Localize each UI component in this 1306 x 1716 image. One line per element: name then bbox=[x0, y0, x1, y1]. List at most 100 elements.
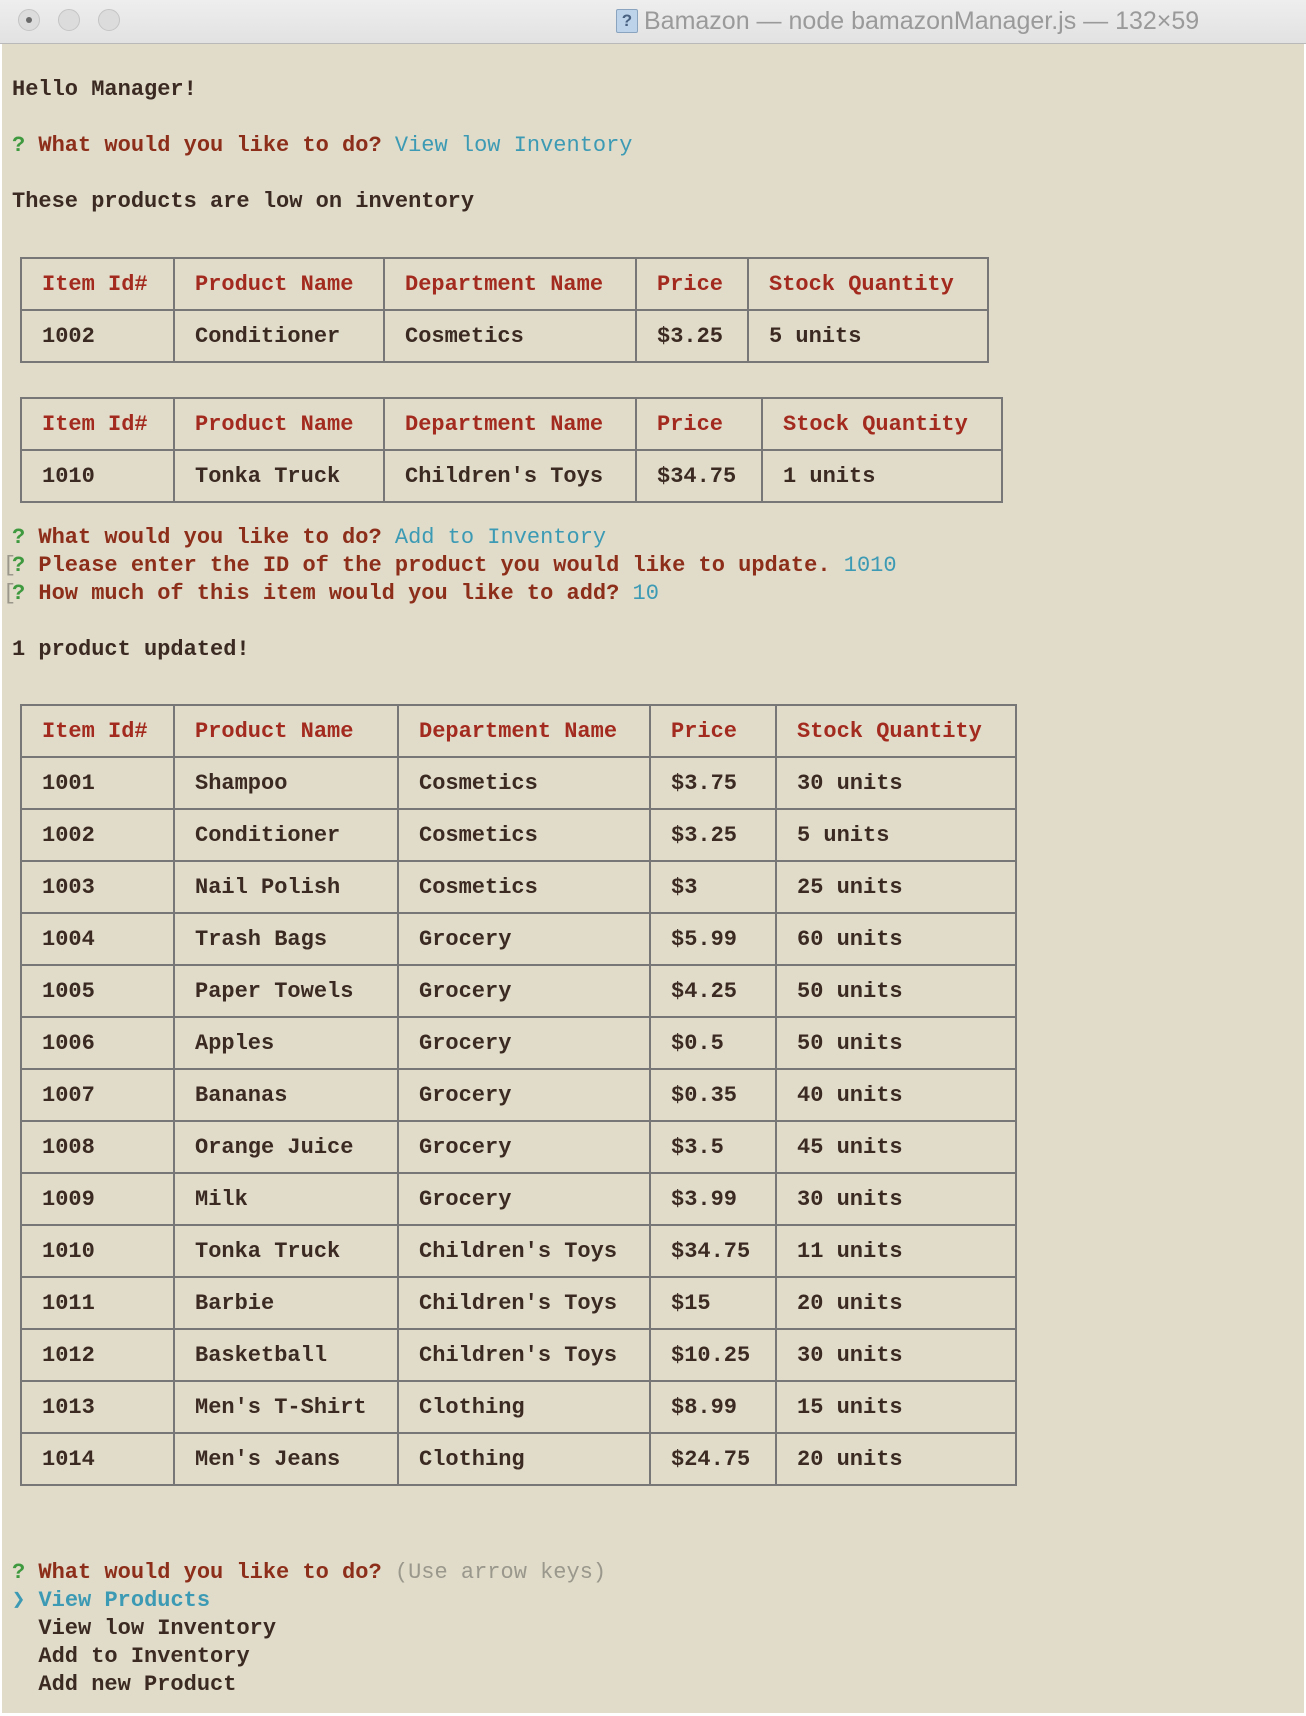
cell-stock: 20 units bbox=[775, 1432, 1017, 1486]
cell-item-id: 1004 bbox=[20, 912, 175, 966]
products-table: Item Id# Product Name Department Name Pr… bbox=[20, 704, 1017, 1486]
menu-option-add-to-inventory[interactable]: Add to Inventory bbox=[12, 1643, 250, 1671]
cell-stock: 15 units bbox=[775, 1380, 1017, 1434]
zoom-button[interactable] bbox=[98, 9, 120, 31]
cell-price: $8.99 bbox=[649, 1380, 777, 1434]
prompt-line-3: ? What would you like to do? (Use arrow … bbox=[12, 1559, 606, 1587]
cell-stock: 5 units bbox=[747, 309, 989, 363]
table-row: 1007 Bananas Grocery $0.35 40 units bbox=[20, 1068, 1017, 1122]
header-item-id: Item Id# bbox=[20, 397, 175, 451]
cell-price: $3 bbox=[649, 860, 777, 914]
table-row: 1011 Barbie Children's Toys $15 20 units bbox=[20, 1276, 1017, 1330]
cell-department: Grocery bbox=[397, 1120, 651, 1174]
cell-price: $3.99 bbox=[649, 1172, 777, 1226]
menu-option-label: Add new Product bbox=[38, 1672, 237, 1697]
table-header-row: Item Id# Product Name Department Name Pr… bbox=[20, 704, 1017, 758]
menu-option-view-products[interactable]: ❯ View Products bbox=[12, 1587, 210, 1615]
prompt-question: What would you like to do? bbox=[38, 133, 382, 158]
table-row: 1002 Conditioner Cosmetics $3.25 5 units bbox=[20, 808, 1017, 862]
table-row: 1004 Trash Bags Grocery $5.99 60 units bbox=[20, 912, 1017, 966]
cell-item-id: 1009 bbox=[20, 1172, 175, 1226]
header-price: Price bbox=[635, 397, 763, 451]
table-row: 1001 Shampoo Cosmetics $3.75 30 units bbox=[20, 756, 1017, 810]
header-price: Price bbox=[649, 704, 777, 758]
cell-item-id: 1010 bbox=[20, 449, 175, 503]
close-button[interactable] bbox=[18, 9, 40, 31]
cell-item-id: 1001 bbox=[20, 756, 175, 810]
cell-price: $34.75 bbox=[649, 1224, 777, 1278]
table-row: 1002 Conditioner Cosmetics $3.25 5 units bbox=[20, 309, 989, 363]
cell-item-id: 1007 bbox=[20, 1068, 175, 1122]
cell-product-name: Bananas bbox=[173, 1068, 399, 1122]
title-bar[interactable]: ? Bamazon — node bamazonManager.js — 132… bbox=[0, 0, 1306, 44]
cell-product-name: Barbie bbox=[173, 1276, 399, 1330]
prompt-answer: Add to Inventory bbox=[394, 525, 607, 550]
cell-stock: 45 units bbox=[775, 1120, 1017, 1174]
cell-price: $3.5 bbox=[649, 1120, 777, 1174]
cell-stock: 1 units bbox=[761, 449, 1003, 503]
menu-option-view-low-inventory[interactable]: View low Inventory bbox=[12, 1615, 276, 1643]
cell-stock: 20 units bbox=[775, 1276, 1017, 1330]
cell-stock: 25 units bbox=[775, 860, 1017, 914]
cell-item-id: 1014 bbox=[20, 1432, 175, 1486]
id-question: Please enter the ID of the product you w… bbox=[38, 553, 831, 578]
table-row: 1013 Men's T-Shirt Clothing $8.99 15 units bbox=[20, 1380, 1017, 1434]
table-row: 1014 Men's Jeans Clothing $24.75 20 units bbox=[20, 1432, 1017, 1486]
cell-product-name: Milk bbox=[173, 1172, 399, 1226]
greeting-line: Hello Manager! bbox=[12, 76, 197, 104]
terminal-content[interactable]: Hello Manager! ? What would you like to … bbox=[2, 44, 1304, 1713]
cell-item-id: 1013 bbox=[20, 1380, 175, 1434]
prompt-line-2: ? What would you like to do? Add to Inve… bbox=[12, 524, 606, 552]
minimize-button[interactable] bbox=[58, 9, 80, 31]
cell-price: $10.25 bbox=[649, 1328, 777, 1382]
cell-stock: 50 units bbox=[775, 964, 1017, 1018]
cell-price: $0.35 bbox=[649, 1068, 777, 1122]
question-mark: ? bbox=[12, 553, 26, 578]
cell-price: $3.75 bbox=[649, 756, 777, 810]
header-stock-quantity: Stock Quantity bbox=[761, 397, 1003, 451]
cell-product-name: Nail Polish bbox=[173, 860, 399, 914]
cell-item-id: 1012 bbox=[20, 1328, 175, 1382]
cell-stock: 60 units bbox=[775, 912, 1017, 966]
low-inventory-table-2: Item Id# Product Name Department Name Pr… bbox=[20, 397, 1003, 503]
cell-department: Grocery bbox=[397, 912, 651, 966]
cell-item-id: 1002 bbox=[20, 808, 175, 862]
cell-item-id: 1005 bbox=[20, 964, 175, 1018]
cell-department: Grocery bbox=[397, 1016, 651, 1070]
header-stock-quantity: Stock Quantity bbox=[775, 704, 1017, 758]
qty-question: How much of this item would you like to … bbox=[38, 581, 620, 606]
header-item-id: Item Id# bbox=[20, 704, 175, 758]
cell-price: $15 bbox=[649, 1276, 777, 1330]
cell-price: $3.25 bbox=[649, 808, 777, 862]
cell-product-name: Conditioner bbox=[173, 309, 385, 363]
cell-stock: 11 units bbox=[775, 1224, 1017, 1278]
cell-stock: 30 units bbox=[775, 1328, 1017, 1382]
cell-product-name: Tonka Truck bbox=[173, 449, 385, 503]
cell-product-name: Tonka Truck bbox=[173, 1224, 399, 1278]
header-department-name: Department Name bbox=[383, 397, 637, 451]
id-prompt-line: ? Please enter the ID of the product you… bbox=[12, 552, 897, 580]
cell-price: $4.25 bbox=[649, 964, 777, 1018]
cell-stock: 50 units bbox=[775, 1016, 1017, 1070]
table-row: 1005 Paper Towels Grocery $4.25 50 units bbox=[20, 964, 1017, 1018]
question-mark: ? bbox=[12, 133, 26, 158]
cell-item-id: 1003 bbox=[20, 860, 175, 914]
menu-option-label: Add to Inventory bbox=[38, 1644, 250, 1669]
prompt-line-1: ? What would you like to do? View low In… bbox=[12, 132, 633, 160]
table-row: 1010 Tonka Truck Children's Toys $34.75 11 u… bbox=[20, 1224, 1017, 1278]
cell-department: Cosmetics bbox=[397, 756, 651, 810]
cell-stock: 30 units bbox=[775, 1172, 1017, 1226]
table-row: 1006 Apples Grocery $0.5 50 units bbox=[20, 1016, 1017, 1070]
updated-message: 1 product updated! bbox=[12, 636, 250, 664]
greeting-text: Hello Manager! bbox=[12, 77, 197, 102]
question-mark: ? bbox=[12, 581, 26, 606]
prompt-question: What would you like to do? bbox=[38, 525, 382, 550]
prompt-question: What would you like to do? bbox=[38, 1560, 382, 1585]
header-product-name: Product Name bbox=[173, 397, 385, 451]
header-item-id: Item Id# bbox=[20, 257, 175, 311]
prompt-hint: (Use arrow keys) bbox=[394, 1560, 607, 1585]
cell-department: Children's Toys bbox=[397, 1328, 651, 1382]
terminal-window: ? Bamazon — node bamazonManager.js — 132… bbox=[0, 0, 1306, 1716]
cell-item-id: 1006 bbox=[20, 1016, 175, 1070]
menu-option-add-new-product[interactable]: Add new Product bbox=[12, 1671, 236, 1699]
